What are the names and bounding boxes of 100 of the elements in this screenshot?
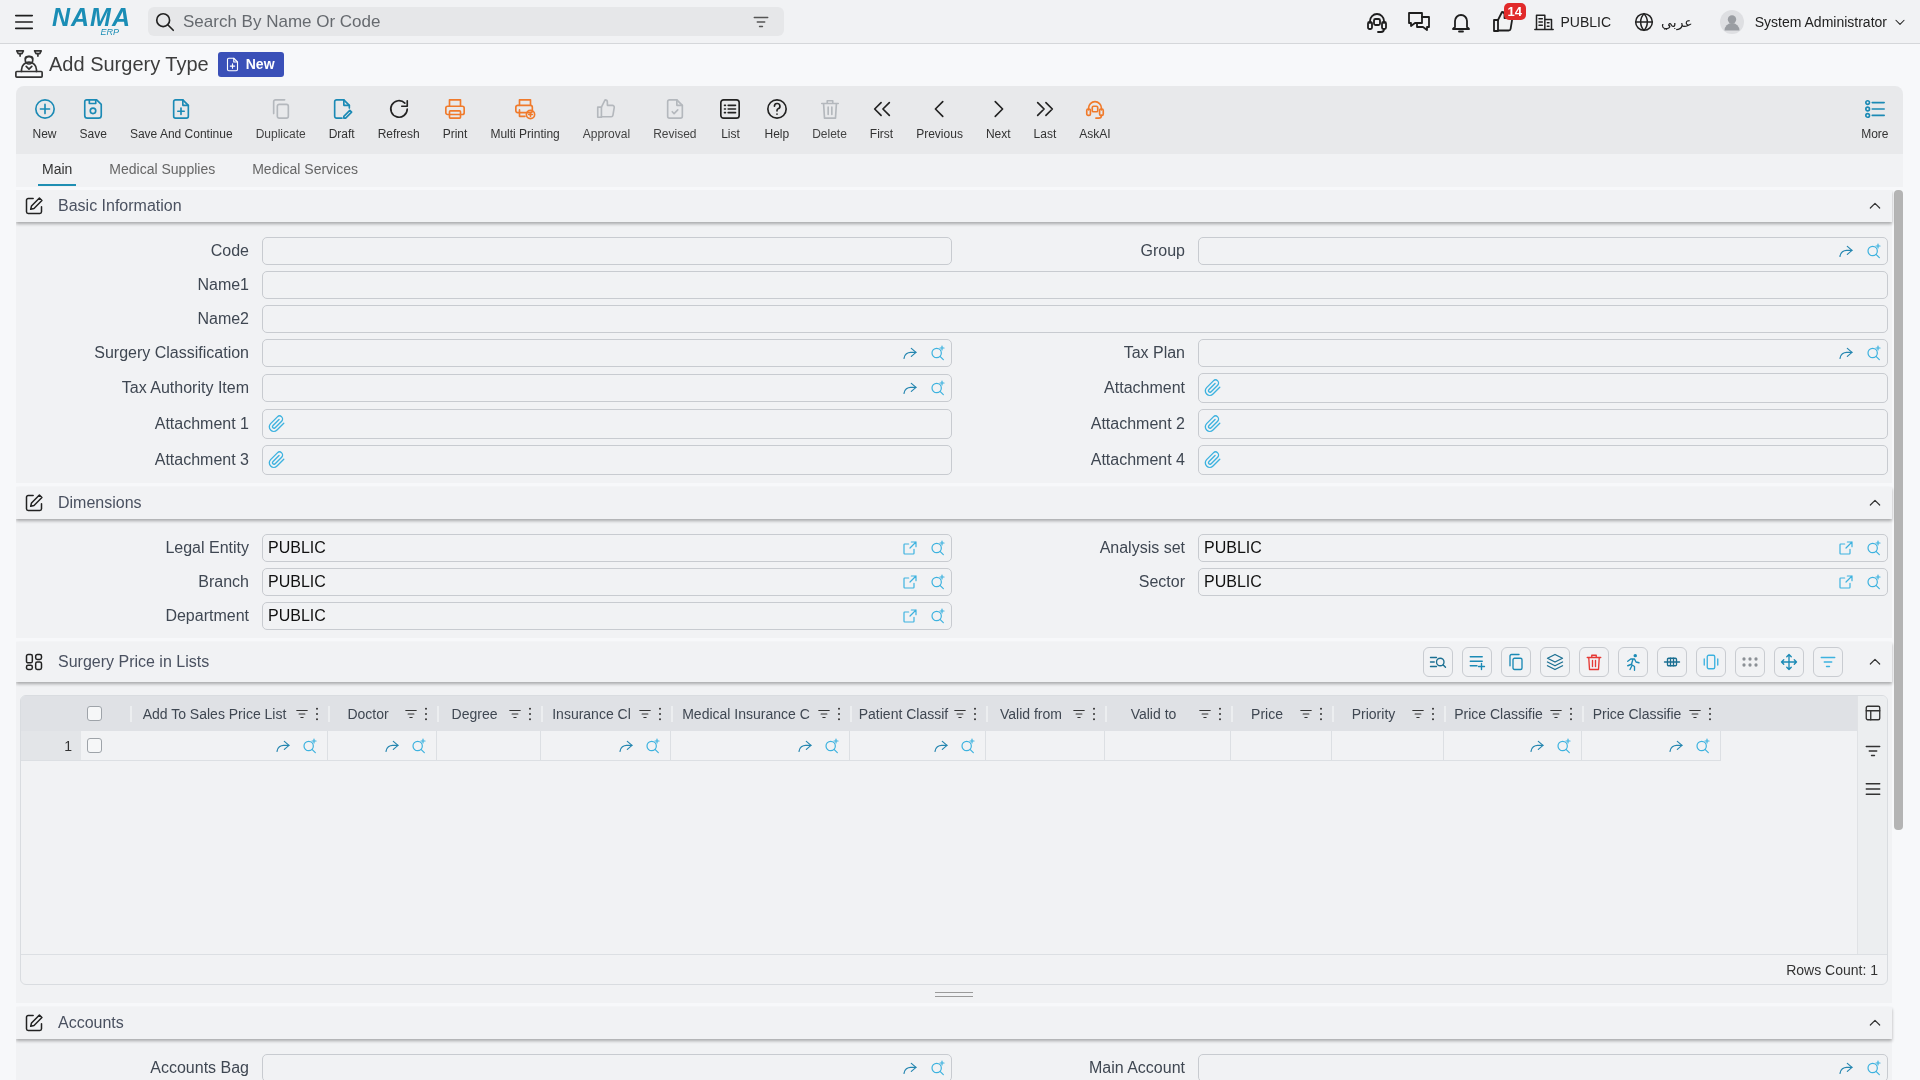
external-link-icon[interactable] xyxy=(1838,540,1854,556)
search-plus-icon[interactable] xyxy=(411,737,427,754)
share-arrow-icon[interactable] xyxy=(902,380,918,396)
toolbar-button[interactable]: List xyxy=(708,86,753,154)
frame-icon[interactable] xyxy=(1702,653,1720,671)
avatar-icon[interactable] xyxy=(1719,9,1744,34)
printer-plus-icon[interactable] xyxy=(514,98,537,120)
search-plus-icon[interactable] xyxy=(930,608,946,624)
copy-icon[interactable] xyxy=(1507,653,1525,671)
user-menu[interactable]: System Administrator xyxy=(1719,9,1907,34)
kebab-menu-icon[interactable] xyxy=(658,705,662,722)
search-plus-icon[interactable] xyxy=(930,1060,946,1076)
lookup-field[interactable] xyxy=(1198,237,1888,265)
kebab-menu-icon[interactable] xyxy=(973,705,977,722)
kebab-menu-icon[interactable] xyxy=(1319,705,1323,722)
add-row-button[interactable] xyxy=(1462,647,1492,677)
row-checkbox[interactable] xyxy=(87,738,102,753)
tab[interactable]: Main xyxy=(38,154,77,186)
copy-row-button[interactable] xyxy=(1501,647,1531,677)
refresh-icon[interactable] xyxy=(387,98,410,120)
lookup-field[interactable]: PUBLIC xyxy=(262,534,952,562)
resize-handle[interactable] xyxy=(935,991,973,997)
search-plus-icon[interactable] xyxy=(1556,737,1572,754)
paperclip-icon[interactable] xyxy=(268,451,286,469)
select-all-checkbox[interactable] xyxy=(87,706,102,721)
toolbar-button[interactable]: Next xyxy=(974,86,1023,154)
printer-icon[interactable] xyxy=(444,98,467,120)
search-plus-icon[interactable] xyxy=(824,737,840,754)
globe-icon[interactable] xyxy=(1634,11,1655,32)
kebab-menu-icon[interactable] xyxy=(1218,705,1222,722)
search-plus-icon[interactable] xyxy=(1866,1060,1882,1076)
scrollbar-thumb[interactable] xyxy=(1894,190,1903,830)
list-add-icon[interactable] xyxy=(1468,653,1486,671)
lookup-field[interactable] xyxy=(262,374,952,402)
input-field[interactable] xyxy=(262,305,1888,333)
search-plus-icon[interactable] xyxy=(302,737,318,754)
tab[interactable]: Medical Supplies xyxy=(105,154,220,186)
search-plus-icon[interactable] xyxy=(930,540,946,556)
search-plus-icon[interactable] xyxy=(1695,737,1711,754)
search-plus-icon[interactable] xyxy=(1866,243,1882,259)
chat-icon[interactable] xyxy=(1406,9,1431,34)
attachment-field[interactable] xyxy=(1198,373,1888,403)
external-link-icon[interactable] xyxy=(1838,574,1854,590)
kebab-menu-icon[interactable] xyxy=(1431,705,1435,722)
kebab-menu-icon[interactable] xyxy=(528,705,532,722)
lookup-field[interactable]: PUBLIC xyxy=(1198,534,1888,562)
search-rows-button[interactable] xyxy=(1423,647,1453,677)
kebab-menu-icon[interactable] xyxy=(424,705,428,722)
language-button[interactable]: عربي xyxy=(1634,11,1693,32)
lookup-field[interactable] xyxy=(1198,339,1888,367)
search-plus-icon[interactable] xyxy=(930,574,946,590)
dots-button[interactable] xyxy=(1735,647,1765,677)
lookup-field[interactable]: PUBLIC xyxy=(1198,568,1888,596)
attachment-field[interactable] xyxy=(262,409,952,439)
toolbar-button[interactable]: Help xyxy=(753,86,801,154)
toolbar-button[interactable]: Draft xyxy=(317,86,367,154)
help-icon[interactable] xyxy=(765,98,788,120)
share-arrow-icon[interactable] xyxy=(1838,345,1854,361)
toolbar-button[interactable]: Save And Continue xyxy=(118,86,245,154)
bullet-list-icon[interactable] xyxy=(1863,98,1886,120)
paperclip-icon[interactable] xyxy=(1204,451,1222,469)
search-plus-icon[interactable] xyxy=(960,737,976,754)
lookup-field[interactable] xyxy=(1198,1054,1888,1080)
lookup-field[interactable]: PUBLIC xyxy=(262,568,952,596)
share-arrow-icon[interactable] xyxy=(1838,243,1854,259)
attachment-field[interactable] xyxy=(1198,445,1888,475)
search-plus-icon[interactable] xyxy=(1866,345,1882,361)
more-button[interactable]: More xyxy=(1849,86,1900,154)
trash-icon[interactable] xyxy=(1585,653,1603,671)
running-person-icon[interactable] xyxy=(1624,653,1642,671)
paperclip-icon[interactable] xyxy=(268,415,286,433)
kebab-menu-icon[interactable] xyxy=(315,705,319,722)
search-field[interactable]: Search By Name Or Code xyxy=(183,9,752,34)
paperclip-icon[interactable] xyxy=(1204,415,1222,433)
search-plus-icon[interactable] xyxy=(645,737,661,754)
external-link-icon[interactable] xyxy=(902,574,918,590)
toolbar-button[interactable]: Save xyxy=(68,86,119,154)
input-field[interactable] xyxy=(262,271,1888,299)
move-icon[interactable] xyxy=(1780,653,1798,671)
company-button[interactable]: PUBLIC xyxy=(1533,11,1612,32)
paperclip-icon[interactable] xyxy=(1204,379,1222,397)
filter-button[interactable] xyxy=(1813,647,1843,677)
run-button[interactable] xyxy=(1618,647,1648,677)
toolbar-button[interactable]: Last xyxy=(1022,86,1068,154)
share-arrow-icon[interactable] xyxy=(902,345,918,361)
move-button[interactable] xyxy=(1774,647,1804,677)
toolbar-button[interactable]: Print xyxy=(431,86,479,154)
attachment-field[interactable] xyxy=(262,445,952,475)
toolbar-button[interactable]: Refresh xyxy=(366,86,432,154)
plus-circle-icon[interactable] xyxy=(33,98,56,120)
delete-row-button[interactable] xyxy=(1579,647,1609,677)
row-button[interactable] xyxy=(1657,647,1687,677)
toolbar-button[interactable]: AskAI xyxy=(1067,86,1123,154)
kebab-menu-icon[interactable] xyxy=(1092,705,1096,722)
toolbar-button[interactable]: Previous xyxy=(904,86,975,154)
list-icon[interactable] xyxy=(719,98,742,120)
layers-icon[interactable] xyxy=(1546,653,1564,671)
search-plus-icon[interactable] xyxy=(930,345,946,361)
kebab-menu-icon[interactable] xyxy=(1569,705,1573,722)
lookup-field[interactable] xyxy=(262,1054,952,1080)
